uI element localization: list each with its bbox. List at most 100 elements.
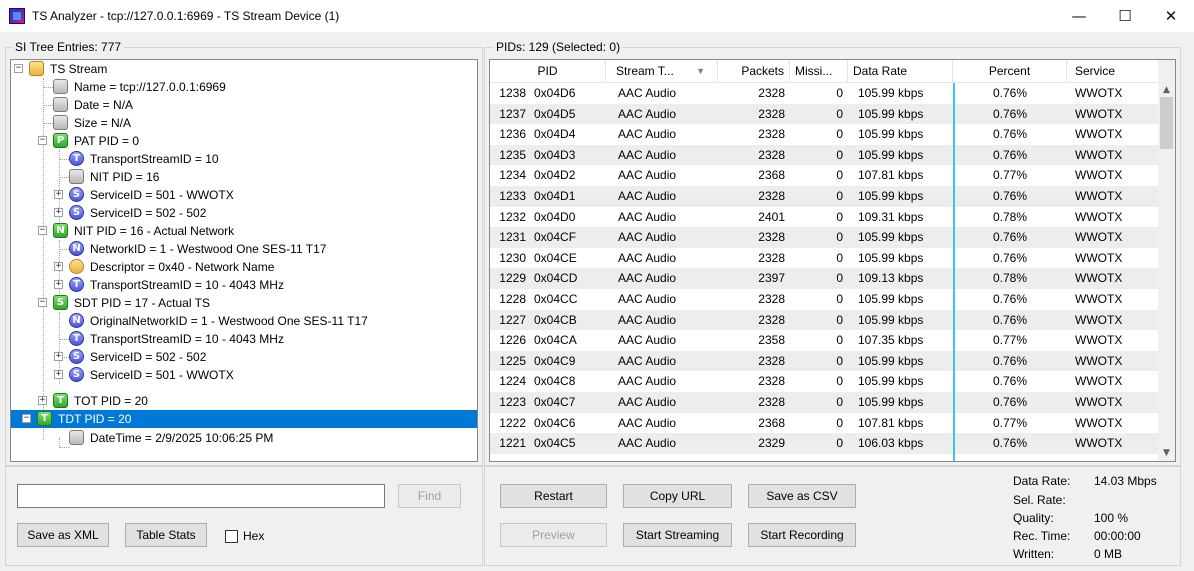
table-row[interactable]: 1238 0x04D6 AAC Audio 2328 0 105.99 kbps 0.76%… bbox=[490, 83, 1160, 104]
cell-missing: 0 bbox=[836, 86, 843, 100]
table-row[interactable]: 1221 0x04C5 AAC Audio 2329 0 106.03 kbps 0.76%… bbox=[490, 433, 1160, 454]
column-header-data-rate[interactable]: Data Rate bbox=[848, 60, 953, 83]
expand-icon[interactable]: + bbox=[54, 190, 63, 199]
column-header-percent[interactable]: Percent bbox=[953, 60, 1067, 83]
cell-data-rate: 109.31 kbps bbox=[858, 209, 924, 224]
hex-checkbox[interactable] bbox=[225, 530, 238, 543]
find-button[interactable]: Find bbox=[398, 484, 461, 508]
table-row[interactable]: 1235 0x04D3 AAC Audio 2328 0 105.99 kbps 0.76%… bbox=[490, 144, 1160, 166]
search-input[interactable] bbox=[17, 484, 385, 508]
collapse-icon[interactable]: − bbox=[14, 64, 23, 73]
tree-node[interactable]: NIT PID = 16 bbox=[11, 168, 477, 186]
table-stats-button[interactable]: Table Stats bbox=[125, 523, 207, 547]
scroll-up-icon[interactable]: ▲ bbox=[1158, 81, 1175, 98]
table-row[interactable]: 1223 0x04C7 AAC Audio 2328 0 105.99 kbps 0.76%… bbox=[490, 392, 1160, 413]
collapse-icon[interactable]: − bbox=[38, 298, 47, 307]
tree-node[interactable]: + S ServiceID = 501 - WWOTX bbox=[11, 366, 477, 384]
cell-data-rate: 105.99 kbps bbox=[858, 230, 924, 245]
expand-icon[interactable]: + bbox=[38, 396, 47, 405]
tree-node[interactable]: − S SDT PID = 17 - Actual TS bbox=[11, 294, 477, 312]
table-row[interactable]: 1229 0x04CD AAC Audio 2397 0 109.13 kbps 0.78%… bbox=[490, 268, 1160, 289]
column-header-packets[interactable]: Packets bbox=[718, 60, 790, 83]
minimize-button[interactable]: — bbox=[1056, 0, 1102, 32]
table-row[interactable]: 1236 0x04D4 AAC Audio 2328 0 105.99 kbps 0.76%… bbox=[490, 124, 1160, 145]
tree-node[interactable]: T TransportStreamID = 10 - 4043 MHz bbox=[11, 330, 477, 348]
tree-node-label: Descriptor = 0x40 - Network Name bbox=[90, 260, 275, 274]
table-row[interactable]: 1222 0x04C6 AAC Audio 2368 0 107.81 kbps 0.77%… bbox=[490, 413, 1160, 434]
tree-node[interactable]: Name = tcp://127.0.0.1:6969 bbox=[11, 78, 477, 96]
tree-node-label: TransportStreamID = 10 - 4043 MHz bbox=[90, 278, 284, 292]
cell-packets: 2328 bbox=[758, 189, 785, 203]
tree-node[interactable]: − P PAT PID = 0 bbox=[11, 132, 477, 150]
maximize-button[interactable]: ☐ bbox=[1102, 0, 1148, 32]
cell-pid: 1233 bbox=[499, 189, 526, 203]
table-row[interactable]: 1234 0x04D2 AAC Audio 2368 0 107.81 kbps 0.77%… bbox=[490, 165, 1160, 186]
expand-icon[interactable]: + bbox=[54, 280, 63, 289]
table-row[interactable]: 1231 0x04CF AAC Audio 2328 0 105.99 kbps 0.76%… bbox=[490, 227, 1160, 248]
expand-icon[interactable]: + bbox=[54, 208, 63, 217]
preview-button[interactable]: Preview bbox=[500, 523, 607, 547]
tree-node-label: Size = N/A bbox=[74, 116, 132, 130]
collapse-icon[interactable]: − bbox=[22, 414, 31, 423]
column-header-missing[interactable]: Missi... bbox=[790, 60, 848, 83]
start-streaming-button[interactable]: Start Streaming bbox=[623, 523, 732, 547]
expand-icon[interactable]: + bbox=[54, 370, 63, 379]
cell-data-rate: 107.81 kbps bbox=[858, 168, 924, 183]
save-csv-button[interactable]: Save as CSV bbox=[748, 484, 856, 508]
table-row[interactable]: 1233 0x04D1 AAC Audio 2328 0 105.99 kbps 0.76%… bbox=[490, 186, 1160, 207]
tree-node[interactable]: + T TransportStreamID = 10 - 4043 MHz bbox=[11, 276, 477, 294]
start-recording-button[interactable]: Start Recording bbox=[748, 523, 856, 547]
table-row[interactable]: 1225 0x04C9 AAC Audio 2328 0 105.99 kbps 0.76%… bbox=[490, 350, 1160, 372]
tree-node[interactable]: − TS Stream bbox=[11, 60, 477, 78]
cell-stream-type: AAC Audio bbox=[618, 86, 677, 100]
scroll-thumb[interactable] bbox=[1160, 97, 1173, 149]
vertical-scrollbar[interactable]: ▲ ▼ bbox=[1158, 60, 1175, 461]
cell-pid-hex: 0x04CE bbox=[534, 250, 577, 265]
table-row[interactable]: 1224 0x04C8 AAC Audio 2328 0 105.99 kbps 0.76%… bbox=[490, 371, 1160, 392]
pid-table[interactable]: PID Stream T... ▼ Packets Missi... Data R… bbox=[489, 59, 1176, 462]
column-header-pid[interactable]: PID bbox=[490, 60, 606, 83]
save-xml-button[interactable]: Save as XML bbox=[17, 523, 109, 547]
cell-data-rate: 105.99 kbps bbox=[858, 106, 924, 121]
cell-packets: 2368 bbox=[758, 415, 785, 430]
tree-node[interactable]: + Descriptor = 0x40 - Network Name bbox=[11, 258, 477, 276]
expand-icon[interactable]: + bbox=[54, 262, 63, 271]
collapse-icon[interactable]: − bbox=[38, 136, 47, 145]
tree-node[interactable]: N NetworkID = 1 - Westwood One SES-11 T1… bbox=[11, 240, 477, 258]
si-tree[interactable]: − TS Stream Name = tcp://127.0.0.1:6969 … bbox=[10, 59, 478, 462]
close-button[interactable]: ✕ bbox=[1148, 0, 1194, 32]
cell-pid-hex: 0x04CD bbox=[534, 271, 578, 286]
tree-node[interactable]: Size = N/A bbox=[11, 114, 477, 132]
cell-percent: 0.76% bbox=[992, 395, 1028, 409]
search-group bbox=[5, 465, 483, 566]
tree-node[interactable]: DateTime = 2/9/2025 10:06:25 PM bbox=[11, 429, 477, 447]
table-row[interactable]: 1227 0x04CB AAC Audio 2328 0 105.99 kbps 0.76%… bbox=[490, 309, 1160, 331]
tree-node[interactable]: + S ServiceID = 502 - 502 bbox=[11, 348, 477, 366]
cell-pid: 1221 bbox=[499, 436, 526, 451]
tree-node-label: NIT PID = 16 - Actual Network bbox=[74, 224, 235, 238]
tree-node-selected[interactable]: − T TDT PID = 20 bbox=[11, 410, 477, 428]
cell-percent: 0.76% bbox=[992, 374, 1028, 389]
table-row[interactable]: 1230 0x04CE AAC Audio 2328 0 105.99 kbps 0.76%… bbox=[490, 248, 1160, 269]
leaf-icon bbox=[53, 79, 68, 94]
tree-node[interactable]: T TransportStreamID = 10 bbox=[11, 150, 477, 168]
column-header-stream-type[interactable]: Stream T... ▼ bbox=[606, 60, 718, 83]
tree-node[interactable]: + S ServiceID = 502 - 502 bbox=[11, 204, 477, 222]
tree-node[interactable]: + T TOT PID = 20 bbox=[11, 392, 477, 410]
rec-time-label: Rec. Time: bbox=[1013, 529, 1071, 543]
collapse-icon[interactable]: − bbox=[38, 226, 47, 235]
table-row[interactable]: 1226 0x04CA AAC Audio 2358 0 107.35 kbps 0.77%… bbox=[490, 330, 1160, 351]
restart-button[interactable]: Restart bbox=[500, 484, 607, 508]
expand-icon[interactable]: + bbox=[54, 352, 63, 361]
cell-data-rate: 106.03 kbps bbox=[858, 436, 924, 451]
table-row[interactable]: 1232 0x04D0 AAC Audio 2401 0 109.31 kbps 0.78%… bbox=[490, 207, 1160, 228]
tree-node[interactable]: N OriginalNetworkID = 1 - Westwood One S… bbox=[11, 312, 477, 330]
scroll-down-icon[interactable]: ▼ bbox=[1158, 444, 1175, 461]
copy-url-button[interactable]: Copy URL bbox=[623, 484, 732, 508]
tree-node[interactable]: + S ServiceID = 501 - WWOTX bbox=[11, 186, 477, 204]
table-row[interactable]: 1228 0x04CC AAC Audio 2328 0 105.99 kbps 0.76%… bbox=[490, 289, 1160, 310]
tree-node[interactable]: Date = N/A bbox=[11, 96, 477, 114]
column-header-service[interactable]: Service bbox=[1067, 60, 1160, 83]
table-row[interactable]: 1237 0x04D5 AAC Audio 2328 0 105.99 kbps 0.76%… bbox=[490, 103, 1160, 125]
tree-node[interactable]: − N NIT PID = 16 - Actual Network bbox=[11, 222, 477, 240]
